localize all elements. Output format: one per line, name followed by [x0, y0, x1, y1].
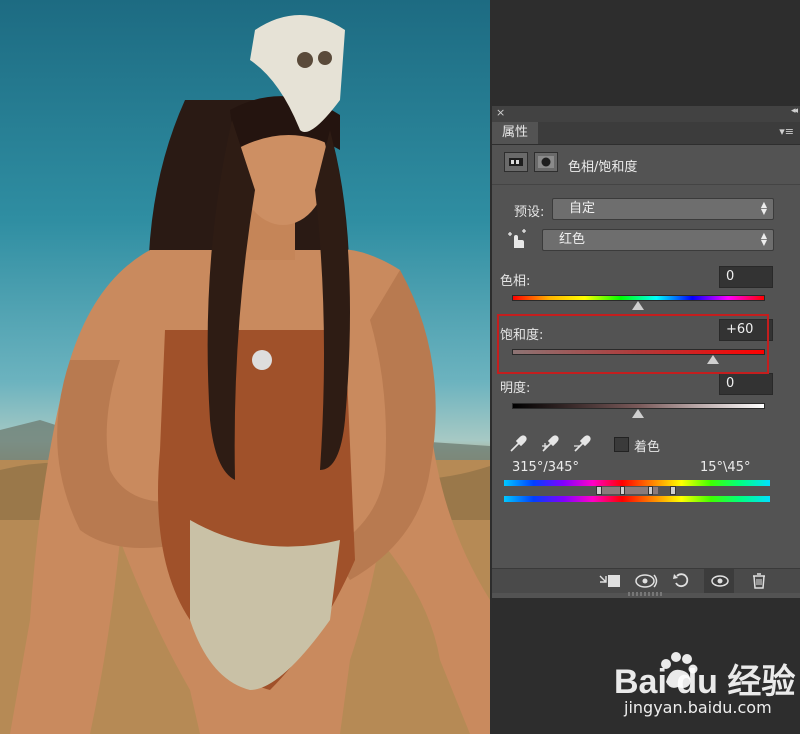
colorize-checkbox[interactable]	[614, 437, 629, 452]
divider	[492, 184, 800, 185]
panel-bottom-toolbar	[492, 568, 800, 593]
watermark: Bai du 经验 jingyan.baidu.com	[590, 650, 800, 734]
panel-menu-icon[interactable]: ▾≡	[779, 125, 794, 138]
trash-icon[interactable]	[750, 572, 768, 594]
watermark-url: jingyan.baidu.com	[624, 698, 772, 717]
lightness-label: 明度:	[500, 381, 531, 396]
panel-top-bar: × ◂◂	[492, 106, 800, 122]
range-handle-left[interactable]	[596, 486, 602, 495]
resize-grip[interactable]	[628, 592, 664, 596]
range-right-label: 15°\45°	[700, 460, 751, 475]
eye-icon	[710, 572, 730, 594]
collapse-icon[interactable]: ◂◂	[791, 106, 798, 116]
color-range-bar-bottom	[504, 496, 770, 502]
reset-icon[interactable]	[672, 572, 692, 594]
eyedropper-plus-icon[interactable]	[540, 434, 562, 459]
lightness-field[interactable]: 0	[719, 373, 773, 395]
adjustment-layer-icon[interactable]	[504, 152, 528, 172]
preset-select[interactable]: 自定 ▲ ▼	[552, 198, 774, 220]
visibility-button[interactable]	[704, 569, 734, 593]
hue-label: 色相:	[500, 274, 531, 289]
select-arrows-icon: ▲ ▼	[760, 231, 767, 247]
photo-canvas	[0, 0, 490, 734]
color-range-bar-top	[504, 480, 770, 486]
select-arrows-icon: ▲ ▼	[760, 200, 767, 216]
hand-pointer-icon[interactable]	[506, 228, 528, 254]
eyedropper-icon[interactable]	[508, 434, 528, 459]
clip-to-layer-icon[interactable]	[598, 572, 622, 594]
eyedropper-minus-icon[interactable]	[572, 434, 594, 459]
preset-value: 自定	[569, 201, 596, 216]
preset-label: 预设:	[514, 205, 545, 220]
close-icon[interactable]: ×	[496, 106, 505, 119]
view-previous-icon[interactable]	[634, 572, 660, 594]
hue-field[interactable]: 0	[719, 266, 773, 288]
range-left-label: 315°/345°	[512, 460, 580, 475]
range-handle-left-inner[interactable]	[620, 486, 625, 495]
lightness-slider-thumb[interactable]	[631, 409, 644, 418]
range-handle-right[interactable]	[670, 486, 676, 495]
adjustment-title: 色相/饱和度	[568, 160, 638, 175]
tab-properties[interactable]: 属性	[492, 122, 538, 144]
tab-bar: 属性 ▾≡	[492, 122, 800, 145]
colorize-label: 着色	[634, 440, 661, 455]
layer-mask-icon[interactable]	[534, 152, 558, 172]
channel-select[interactable]: 红色 ▲ ▼	[542, 229, 774, 251]
hue-slider-thumb[interactable]	[631, 301, 644, 310]
model-photo	[0, 15, 490, 734]
range-handle-right-inner[interactable]	[648, 486, 653, 495]
watermark-brand: Bai du 经验	[614, 663, 796, 701]
saturation-highlight-box	[497, 314, 769, 374]
channel-value: 红色	[559, 232, 586, 247]
